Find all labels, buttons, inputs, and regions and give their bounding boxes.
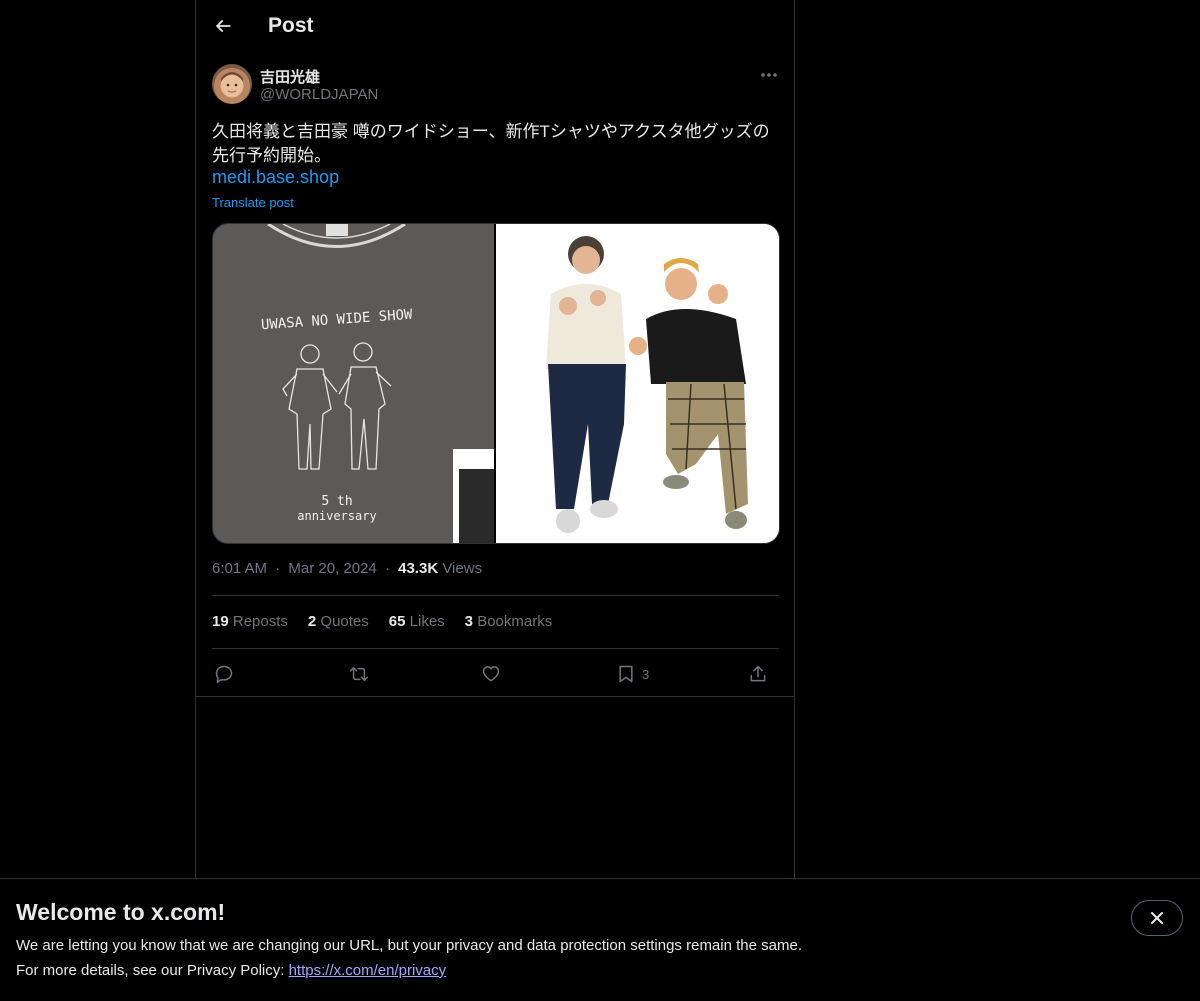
- views-label: Views: [442, 560, 483, 577]
- bookmarks-count: 3: [464, 613, 474, 630]
- more-horizontal-icon: [761, 73, 777, 77]
- reposts-stat[interactable]: 19 Reposts: [212, 613, 288, 630]
- share-button[interactable]: [748, 659, 768, 689]
- divider: [212, 595, 779, 596]
- photo-frame: [453, 449, 494, 543]
- banner-message: We are letting you know that we are chan…: [16, 937, 802, 954]
- photo-frame-inner: [459, 469, 494, 543]
- post-meta: 6:01 AM · Mar 20, 2024 · 43.3K Views: [212, 560, 482, 577]
- bookmark-button[interactable]: 3: [616, 659, 649, 689]
- bookmark-count: 3: [642, 666, 650, 682]
- media-caption-title: UWASA NO WIDE SHOW: [260, 307, 413, 334]
- divider: [196, 696, 794, 697]
- post-text: 久田将義と吉田豪 噂のワイドショー、新作Tシャツやアクスタ他グッズの先行予約開始…: [212, 122, 770, 165]
- reply-button[interactable]: [214, 659, 234, 689]
- banner-title: Welcome to x.com!: [16, 899, 226, 925]
- post-time[interactable]: 6:01 AM: [212, 560, 267, 577]
- action-bar: 3: [212, 659, 779, 689]
- back-button[interactable]: [206, 9, 240, 43]
- author-handle[interactable]: @WORLDJAPAN: [260, 86, 378, 103]
- more-options-button[interactable]: [756, 64, 782, 86]
- media-caption-number: 5 th: [321, 494, 352, 509]
- share-icon: [750, 665, 766, 682]
- quotes-count: 2: [307, 613, 317, 630]
- banner-privacy-prefix: For more details, see our Privacy Policy…: [16, 962, 289, 979]
- privacy-policy-link[interactable]: https://x.com/en/privacy: [289, 962, 447, 979]
- close-icon: [1151, 912, 1163, 924]
- arrow-left-icon: [216, 20, 231, 32]
- bookmark-icon: [619, 665, 633, 683]
- welcome-banner: Welcome to x.com! We are letting you kno…: [0, 878, 1200, 1001]
- media-image-right[interactable]: [496, 224, 779, 543]
- likes-count: 65: [388, 613, 406, 630]
- post-column: Post 吉田光雄 @WORLDJAPAN 久田将義と吉田豪 噂のワイドショー、…: [195, 0, 795, 878]
- meta-separator: ·: [384, 560, 390, 577]
- banner-privacy-text: For more details, see our Privacy Policy…: [16, 962, 446, 979]
- author-name[interactable]: 吉田光雄: [260, 66, 320, 87]
- page-title: Post: [268, 14, 314, 37]
- two-men-photo: [496, 224, 779, 543]
- meta-separator: ·: [275, 560, 281, 577]
- bookmarks-label: Bookmarks: [477, 613, 553, 630]
- repost-button[interactable]: [348, 659, 370, 689]
- top-bar: Post: [196, 0, 794, 53]
- like-button[interactable]: [481, 659, 501, 689]
- repost-icon: [349, 667, 369, 681]
- post-link[interactable]: medi.base.shop: [212, 167, 339, 188]
- translate-post-link[interactable]: Translate post: [212, 195, 294, 210]
- media-text-layer: UWASA NO WIDE SHOW 5 th anniversary: [260, 307, 413, 523]
- views-count: 43.3K: [398, 560, 439, 577]
- quotes-stat[interactable]: 2 Quotes: [308, 613, 369, 630]
- avatar[interactable]: [212, 64, 252, 104]
- avatar-face-icon: [221, 72, 243, 97]
- media-caption-anniversary: anniversary: [297, 509, 376, 523]
- reply-icon: [215, 665, 233, 684]
- engagement-stats: 19 Reposts 2 Quotes 65 Likes 3 Bookmarks: [212, 613, 552, 630]
- likes-label: Likes: [409, 613, 445, 630]
- media-image-left[interactable]: UWASA NO WIDE SHOW 5 th anniversary: [213, 224, 496, 543]
- post-date[interactable]: Mar 20, 2024: [288, 560, 376, 577]
- post-media: UWASA NO WIDE SHOW 5 th anniversary: [212, 223, 780, 544]
- divider: [212, 648, 779, 649]
- likes-stat[interactable]: 65 Likes: [389, 613, 445, 630]
- reposts-count: 19: [212, 613, 229, 630]
- like-icon: [482, 666, 500, 682]
- quotes-label: Quotes: [320, 613, 369, 630]
- bookmarks-stat[interactable]: 3 Bookmarks: [465, 613, 553, 630]
- reposts-label: Reposts: [232, 613, 288, 630]
- close-banner-button[interactable]: [1131, 900, 1183, 936]
